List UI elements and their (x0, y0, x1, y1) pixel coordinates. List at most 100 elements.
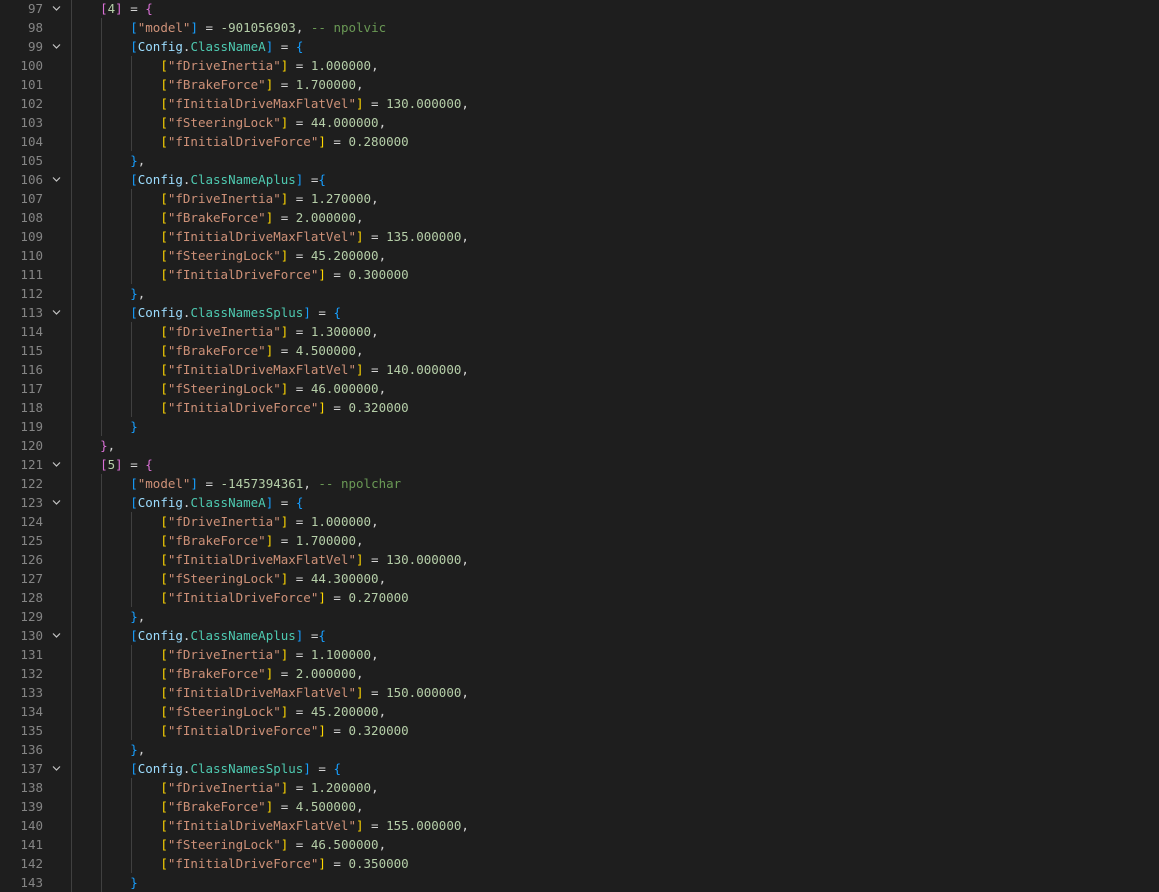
token-op (70, 761, 130, 776)
token-op: = (325, 723, 349, 738)
code-line[interactable]: 98 ["model"] = -901056903, -- npolvic (0, 18, 1159, 37)
code-line[interactable]: 117 ["fSteeringLock"] = 46.000000, (0, 379, 1159, 398)
token-op: = (303, 172, 319, 187)
code-line[interactable]: 116 ["fInitialDriveMaxFlatVel"] = 140.00… (0, 360, 1159, 379)
code-text: ["fSteeringLock"] = 45.200000, (70, 246, 386, 265)
code-line[interactable]: 97 [4] = { (0, 0, 1159, 18)
code-line[interactable]: 130 [Config.ClassNameAplus] ={ (0, 626, 1159, 645)
code-text: ["fInitialDriveForce"] = 0.320000 (70, 398, 408, 417)
chevron-down-icon[interactable] (52, 460, 61, 469)
code-editor[interactable]: 97 [4] = {98 ["model"] = -901056903, -- … (0, 0, 1159, 892)
code-line[interactable]: 111 ["fInitialDriveForce"] = 0.300000 (0, 265, 1159, 284)
code-line[interactable]: 143 } (0, 873, 1159, 892)
code-line[interactable]: 133 ["fInitialDriveMaxFlatVel"] = 150.00… (0, 683, 1159, 702)
code-line[interactable]: 123 [Config.ClassNameA] = { (0, 493, 1159, 512)
token-str: "fInitialDriveForce" (167, 400, 319, 415)
code-line[interactable]: 113 [Config.ClassNamesSplus] = { (0, 303, 1159, 322)
code-line[interactable]: 127 ["fSteeringLock"] = 44.300000, (0, 569, 1159, 588)
code-text: ["fSteeringLock"] = 44.300000, (70, 569, 386, 588)
code-line[interactable]: 134 ["fSteeringLock"] = 45.200000, (0, 702, 1159, 721)
code-line[interactable]: 140 ["fInitialDriveMaxFlatVel"] = 155.00… (0, 816, 1159, 835)
token-op: = (288, 115, 311, 130)
token-prop: ClassNameA (190, 39, 266, 54)
code-line[interactable]: 129 }, (0, 607, 1159, 626)
code-line[interactable]: 141 ["fSteeringLock"] = 46.500000, (0, 835, 1159, 854)
token-op (70, 780, 160, 795)
line-number: 106 (20, 172, 43, 187)
token-p2: ] (318, 590, 326, 605)
code-line[interactable]: 114 ["fDriveInertia"] = 1.300000, (0, 322, 1159, 341)
line-number: 113 (20, 305, 43, 320)
code-line[interactable]: 121 [5] = { (0, 455, 1159, 474)
code-line[interactable]: 104 ["fInitialDriveForce"] = 0.280000 (0, 132, 1159, 151)
code-line[interactable]: 120 }, (0, 436, 1159, 455)
code-line[interactable]: 124 ["fDriveInertia"] = 1.000000, (0, 512, 1159, 531)
token-num: -901056903 (220, 20, 296, 35)
token-op (70, 248, 160, 263)
token-op: , (378, 248, 387, 263)
code-text: ["fInitialDriveMaxFlatVel"] = 155.000000… (70, 816, 469, 835)
code-line[interactable]: 142 ["fInitialDriveForce"] = 0.350000 (0, 854, 1159, 873)
token-op (70, 343, 160, 358)
code-line[interactable]: 136 }, (0, 740, 1159, 759)
chevron-down-icon[interactable] (52, 4, 61, 13)
chevron-down-icon[interactable] (52, 308, 61, 317)
code-text: [Config.ClassNameA] = { (70, 493, 303, 512)
token-op: = (325, 267, 349, 282)
token-num: 1.100000 (310, 647, 372, 662)
code-text: [Config.ClassNamesSplus] = { (70, 303, 341, 322)
chevron-down-icon[interactable] (52, 631, 61, 640)
token-op: = (273, 39, 296, 54)
code-line[interactable]: 103 ["fSteeringLock"] = 44.000000, (0, 113, 1159, 132)
chevron-down-icon[interactable] (52, 175, 61, 184)
token-op (70, 666, 160, 681)
chevron-down-icon[interactable] (52, 42, 61, 51)
code-line[interactable]: 106 [Config.ClassNameAplus] ={ (0, 170, 1159, 189)
code-line[interactable]: 139 ["fBrakeForce"] = 4.500000, (0, 797, 1159, 816)
line-number: 108 (20, 210, 43, 225)
code-line[interactable]: 131 ["fDriveInertia"] = 1.100000, (0, 645, 1159, 664)
code-line[interactable]: 102 ["fInitialDriveMaxFlatVel"] = 130.00… (0, 94, 1159, 113)
token-op (70, 476, 130, 491)
token-num: 1.270000 (310, 191, 372, 206)
line-number: 134 (20, 704, 43, 719)
code-line[interactable]: 109 ["fInitialDriveMaxFlatVel"] = 135.00… (0, 227, 1159, 246)
code-line[interactable]: 101 ["fBrakeForce"] = 1.700000, (0, 75, 1159, 94)
chevron-down-icon[interactable] (52, 498, 61, 507)
token-op (70, 286, 130, 301)
code-line[interactable]: 99 [Config.ClassNameA] = { (0, 37, 1159, 56)
line-number: 133 (20, 685, 43, 700)
token-op: = (273, 495, 296, 510)
token-p2: [ (160, 780, 168, 795)
chevron-down-icon[interactable] (52, 764, 61, 773)
code-line[interactable]: 108 ["fBrakeForce"] = 2.000000, (0, 208, 1159, 227)
token-op (70, 39, 130, 54)
code-line[interactable]: 125 ["fBrakeForce"] = 1.700000, (0, 531, 1159, 550)
token-op: = (310, 761, 334, 776)
code-line[interactable]: 112 }, (0, 284, 1159, 303)
code-line[interactable]: 132 ["fBrakeForce"] = 2.000000, (0, 664, 1159, 683)
token-p0: [ (100, 457, 108, 472)
token-p1: } (130, 419, 138, 434)
line-number: 125 (20, 533, 43, 548)
code-line[interactable]: 105 }, (0, 151, 1159, 170)
code-line[interactable]: 126 ["fInitialDriveMaxFlatVel"] = 130.00… (0, 550, 1159, 569)
code-text: }, (70, 151, 145, 170)
token-str: "fDriveInertia" (167, 58, 281, 73)
code-line[interactable]: 138 ["fDriveInertia"] = 1.200000, (0, 778, 1159, 797)
code-line[interactable]: 128 ["fInitialDriveForce"] = 0.270000 (0, 588, 1159, 607)
code-line[interactable]: 119 } (0, 417, 1159, 436)
code-line[interactable]: 100 ["fDriveInertia"] = 1.000000, (0, 56, 1159, 75)
code-line[interactable]: 122 ["model"] = -1457394361, -- npolchar (0, 474, 1159, 493)
token-num: 135.000000 (386, 229, 462, 244)
token-p1: } (130, 609, 138, 624)
code-line[interactable]: 107 ["fDriveInertia"] = 1.270000, (0, 189, 1159, 208)
code-line[interactable]: 137 [Config.ClassNamesSplus] = { (0, 759, 1159, 778)
code-line[interactable]: 135 ["fInitialDriveForce"] = 0.320000 (0, 721, 1159, 740)
line-number: 118 (20, 400, 43, 415)
code-line[interactable]: 118 ["fInitialDriveForce"] = 0.320000 (0, 398, 1159, 417)
code-line[interactable]: 110 ["fSteeringLock"] = 45.200000, (0, 246, 1159, 265)
code-line[interactable]: 115 ["fBrakeForce"] = 4.500000, (0, 341, 1159, 360)
token-p2: [ (160, 552, 168, 567)
token-p0: ] (115, 1, 123, 16)
